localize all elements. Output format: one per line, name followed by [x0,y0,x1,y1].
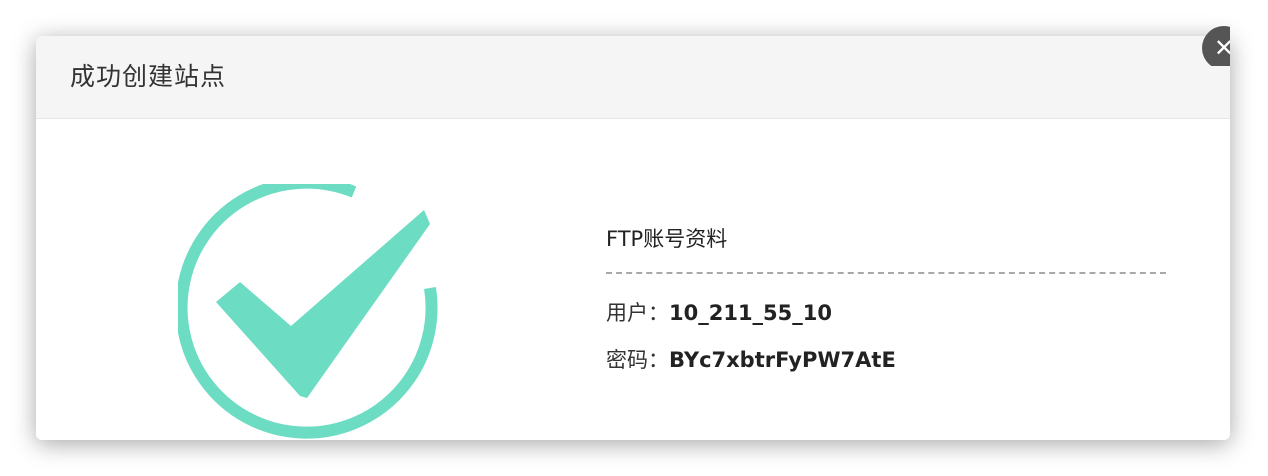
close-button[interactable]: ✕ [1202,26,1230,66]
check-circle-icon [178,184,438,439]
success-checkmark [216,210,430,398]
ftp-user-value: 10_211_55_10 [669,301,833,325]
ftp-password-label: 密码： [606,348,669,372]
ftp-user-row: 用户：10_211_55_10 [606,298,1166,328]
ftp-user-label: 用户： [606,301,669,325]
dashed-divider [606,272,1166,274]
site-created-dialog: 成功创建站点 FTP账号资料 用户：10_211_55_10 密码：BYc7xb… [36,36,1230,440]
ftp-info-panel: FTP账号资料 用户：10_211_55_10 密码：BYc7xbtrFyPW7… [606,224,1166,375]
ftp-password-value: BYc7xbtrFyPW7AtE [669,348,896,372]
close-button-clip: ✕ [1190,26,1230,66]
close-icon: ✕ [1213,34,1230,62]
dialog-title: 成功创建站点 [70,62,227,91]
dialog-header: 成功创建站点 [36,36,1230,119]
ftp-info-heading: FTP账号资料 [606,227,728,251]
ftp-password-row: 密码：BYc7xbtrFyPW7AtE [606,345,1166,375]
